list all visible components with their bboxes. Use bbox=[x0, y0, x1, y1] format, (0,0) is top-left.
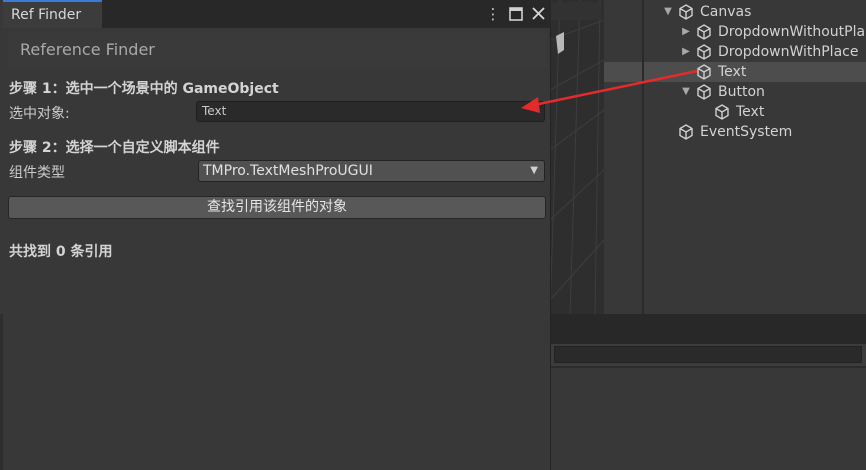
component-type-dropdown[interactable]: TMPro.TextMeshProUGUI ▼ bbox=[198, 160, 545, 182]
maximize-icon[interactable] bbox=[508, 4, 524, 24]
cube-icon bbox=[697, 44, 711, 60]
hierarchy-item-label: Text bbox=[736, 104, 765, 120]
hierarchy-item-label: DropdownWithPlace bbox=[718, 44, 859, 60]
find-references-button[interactable]: 查找引用该组件的对象 bbox=[8, 196, 546, 219]
kebab-menu-icon[interactable]: ⋮ bbox=[485, 4, 501, 24]
step2-heading: 步骤 2：选择一个自定义脚本组件 bbox=[9, 140, 220, 156]
panel-divider bbox=[642, 0, 644, 314]
foldout-closed-icon[interactable]: ▶ bbox=[680, 42, 692, 62]
hierarchy-item-label: Canvas bbox=[700, 4, 752, 20]
selected-object-field[interactable]: Text bbox=[196, 101, 545, 122]
page-title: Reference Finder bbox=[20, 40, 155, 59]
bottom-search-bar bbox=[550, 344, 866, 366]
hierarchy-item-label: Text bbox=[718, 64, 747, 80]
hierarchy-item-label: DropdownWithoutPla bbox=[718, 24, 866, 40]
bottom-panel bbox=[550, 366, 866, 470]
cube-icon bbox=[697, 64, 711, 80]
component-type-value: TMPro.TextMeshProUGUI bbox=[203, 163, 373, 179]
foldout-open-icon[interactable]: ▼ bbox=[680, 82, 692, 102]
result-count-text: 共找到 0 条引用 bbox=[9, 244, 113, 260]
cube-icon bbox=[679, 4, 693, 20]
foldout-open-icon[interactable]: ▼ bbox=[662, 2, 674, 22]
foldout-closed-icon[interactable]: ▶ bbox=[680, 22, 692, 42]
hierarchy-item-label: EventSystem bbox=[700, 124, 793, 140]
component-type-label: 组件类型 bbox=[9, 165, 65, 181]
dropdown-triangle-icon: ▼ bbox=[530, 165, 538, 176]
scene-view[interactable] bbox=[550, 0, 604, 314]
scene-gizmo-icon bbox=[556, 32, 564, 54]
cube-icon bbox=[697, 84, 711, 100]
cube-icon bbox=[697, 24, 711, 40]
hierarchy-item-label: Button bbox=[718, 84, 765, 100]
step1-heading: 步骤 1：选中一个场景中的 GameObject bbox=[9, 81, 279, 97]
cube-icon bbox=[679, 124, 693, 140]
close-icon[interactable] bbox=[529, 4, 547, 24]
bottom-toolbar bbox=[550, 314, 866, 344]
tab-bar: Ref Finder ⋮ bbox=[3, 0, 551, 28]
scene-grid bbox=[550, 0, 604, 314]
bottom-search-input[interactable] bbox=[554, 346, 862, 363]
cube-icon bbox=[715, 104, 729, 120]
ref-finder-window: Ref Finder ⋮ Reference Finder 步骤 1：选中一个场… bbox=[3, 0, 551, 470]
selected-object-label: 选中对象: bbox=[9, 106, 70, 122]
tab-ref-finder[interactable]: Ref Finder bbox=[3, 0, 102, 28]
